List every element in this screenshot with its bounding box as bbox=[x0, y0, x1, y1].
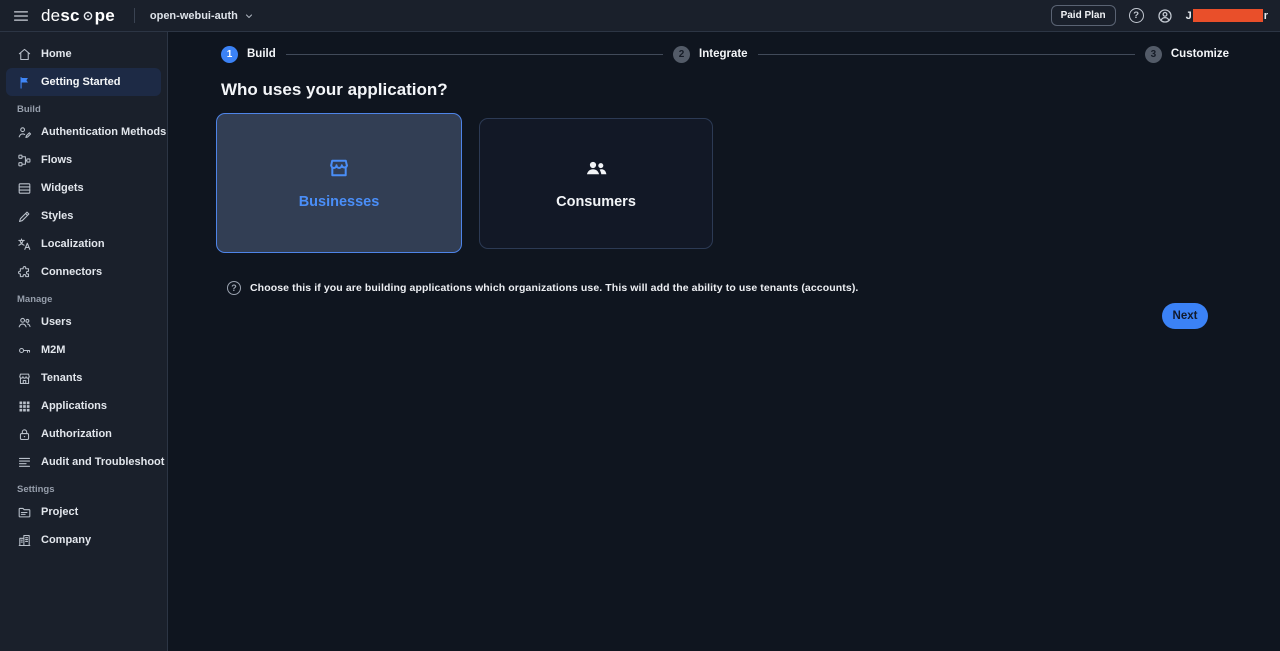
building-icon bbox=[17, 533, 32, 548]
sidebar: Home Getting Started Build Authenticatio… bbox=[0, 32, 168, 651]
user-name[interactable]: J r bbox=[1186, 9, 1268, 22]
sidebar-item-label: Project bbox=[41, 506, 78, 518]
stepper-line bbox=[758, 54, 1135, 55]
next-button[interactable]: Next bbox=[1162, 303, 1208, 329]
project-selector[interactable]: open-webui-auth bbox=[150, 10, 254, 22]
flows-icon bbox=[17, 153, 32, 168]
sidebar-item-label: Styles bbox=[41, 210, 73, 222]
key-icon bbox=[17, 343, 32, 358]
lock-icon bbox=[17, 427, 32, 442]
paid-plan-button[interactable]: Paid Plan bbox=[1051, 5, 1116, 26]
help-icon[interactable]: ? bbox=[1129, 8, 1144, 23]
users-icon bbox=[17, 315, 32, 330]
folder-icon bbox=[17, 505, 32, 520]
redaction-box bbox=[1193, 9, 1263, 22]
card-label: Consumers bbox=[556, 194, 636, 210]
project-name: open-webui-auth bbox=[150, 10, 238, 22]
descope-logo[interactable]: descpe bbox=[41, 6, 115, 26]
applications-icon bbox=[17, 399, 32, 414]
card-label: Businesses bbox=[299, 194, 380, 210]
page-title: Who uses your application? bbox=[221, 78, 1229, 102]
storefront-icon bbox=[327, 156, 351, 180]
stepper-line bbox=[286, 54, 663, 55]
info-row: ? Choose this if you are building applic… bbox=[227, 281, 1229, 295]
home-icon bbox=[17, 47, 32, 62]
next-row: Next bbox=[221, 303, 1229, 329]
chevron-down-icon bbox=[244, 11, 254, 21]
sidebar-section-settings: Settings bbox=[17, 482, 167, 498]
step-number-2: 2 bbox=[673, 46, 690, 63]
step-label-customize: Customize bbox=[1171, 48, 1229, 60]
sidebar-item-label: Users bbox=[41, 316, 72, 328]
sidebar-item-project[interactable]: Project bbox=[6, 498, 161, 526]
step-number-1: 1 bbox=[221, 46, 238, 63]
card-businesses[interactable]: Businesses bbox=[216, 113, 462, 253]
sidebar-item-audit[interactable]: Audit and Troubleshoot bbox=[6, 448, 161, 476]
styles-icon bbox=[17, 209, 32, 224]
step-number-3: 3 bbox=[1145, 46, 1162, 63]
topbar-right: Paid Plan ? J r bbox=[1051, 5, 1268, 26]
info-help-icon: ? bbox=[227, 281, 241, 295]
sidebar-item-authorization[interactable]: Authorization bbox=[6, 420, 161, 448]
sidebar-item-connectors[interactable]: Connectors bbox=[6, 258, 161, 286]
main-content: 1 Build 2 Integrate 3 Customize Who uses… bbox=[168, 32, 1280, 651]
avatar-icon[interactable] bbox=[1157, 8, 1173, 24]
sidebar-item-label: Widgets bbox=[41, 182, 84, 194]
auth-methods-icon bbox=[17, 125, 32, 140]
people-icon bbox=[584, 156, 608, 180]
step-label-integrate: Integrate bbox=[699, 48, 748, 60]
sidebar-section-build: Build bbox=[17, 102, 167, 118]
sidebar-item-label: Company bbox=[41, 534, 91, 546]
sidebar-item-label: M2M bbox=[41, 344, 65, 356]
sidebar-item-label: Home bbox=[41, 48, 72, 60]
sidebar-item-label: Flows bbox=[41, 154, 72, 166]
logo-text: de bbox=[41, 6, 60, 26]
sidebar-item-styles[interactable]: Styles bbox=[6, 202, 161, 230]
widgets-icon bbox=[17, 181, 32, 196]
sidebar-item-label: Tenants bbox=[41, 372, 82, 384]
sidebar-item-localization[interactable]: Localization bbox=[6, 230, 161, 258]
sidebar-item-widgets[interactable]: Widgets bbox=[6, 174, 161, 202]
step-label-build: Build bbox=[247, 48, 276, 60]
step-integrate: 2 Integrate bbox=[673, 46, 748, 63]
step-customize: 3 Customize bbox=[1145, 46, 1229, 63]
tenants-icon bbox=[17, 371, 32, 386]
sidebar-item-applications[interactable]: Applications bbox=[6, 392, 161, 420]
sidebar-item-users[interactable]: Users bbox=[6, 308, 161, 336]
sidebar-item-tenants[interactable]: Tenants bbox=[6, 364, 161, 392]
card-consumers[interactable]: Consumers bbox=[479, 118, 713, 249]
sidebar-section-manage: Manage bbox=[17, 292, 167, 308]
sidebar-item-home[interactable]: Home bbox=[6, 40, 161, 68]
top-bar: descpe open-webui-auth Paid Plan ? J r bbox=[0, 0, 1280, 32]
topbar-divider bbox=[134, 8, 135, 23]
sidebar-item-company[interactable]: Company bbox=[6, 526, 161, 554]
step-build: 1 Build bbox=[221, 46, 276, 63]
logo-target-icon bbox=[81, 9, 95, 23]
sidebar-item-label: Authorization bbox=[41, 428, 112, 440]
sidebar-item-label: Authentication Methods bbox=[41, 126, 166, 138]
sidebar-item-authentication-methods[interactable]: Authentication Methods bbox=[6, 118, 161, 146]
audit-icon bbox=[17, 455, 32, 470]
localization-icon bbox=[17, 237, 32, 252]
sidebar-item-m2m[interactable]: M2M bbox=[6, 336, 161, 364]
sidebar-item-label: Applications bbox=[41, 400, 107, 412]
sidebar-item-getting-started[interactable]: Getting Started bbox=[6, 68, 161, 96]
sidebar-item-flows[interactable]: Flows bbox=[6, 146, 161, 174]
connectors-icon bbox=[17, 265, 32, 280]
menu-icon[interactable] bbox=[12, 7, 30, 25]
info-text: Choose this if you are building applicat… bbox=[250, 282, 858, 294]
sidebar-item-label: Getting Started bbox=[41, 76, 120, 88]
audience-cards: Businesses Consumers bbox=[216, 113, 1229, 253]
sidebar-item-label: Audit and Troubleshoot bbox=[41, 456, 164, 468]
sidebar-item-label: Localization bbox=[41, 238, 105, 250]
stepper: 1 Build 2 Integrate 3 Customize bbox=[221, 38, 1229, 70]
sidebar-item-label: Connectors bbox=[41, 266, 102, 278]
flag-icon bbox=[17, 75, 32, 90]
